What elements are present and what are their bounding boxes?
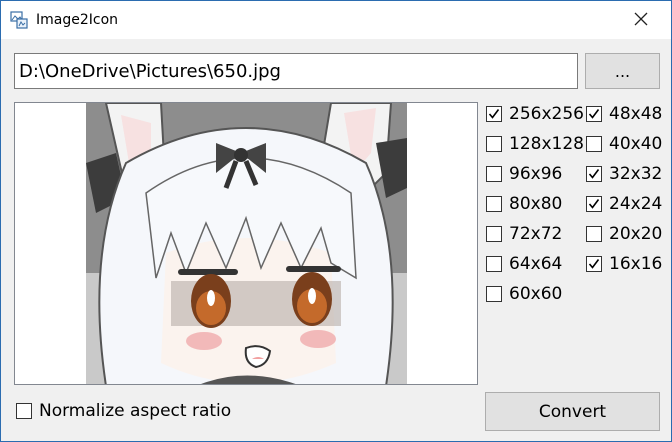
image-convert-icon [10, 11, 28, 29]
normalize-label: Normalize aspect ratio [39, 401, 232, 421]
checkbox-24[interactable] [586, 196, 602, 212]
size-option-60[interactable]: 60x60 [486, 282, 562, 306]
size-label-80: 80x80 [509, 194, 563, 214]
size-label-128: 128x128 [509, 134, 584, 154]
checkbox-60[interactable] [486, 286, 502, 302]
size-label-64: 64x64 [509, 254, 563, 274]
size-label-20: 20x20 [609, 224, 663, 244]
convert-button[interactable]: Convert [485, 392, 660, 431]
size-option-80[interactable]: 80x80 [486, 192, 562, 216]
browse-button[interactable]: ... [585, 53, 660, 89]
checkbox-128[interactable] [486, 136, 502, 152]
checkbox-40[interactable] [586, 136, 602, 152]
size-option-24[interactable]: 24x24 [586, 192, 662, 216]
checkbox-72[interactable] [486, 226, 502, 242]
size-label-72: 72x72 [509, 224, 563, 244]
size-label-40: 40x40 [609, 134, 663, 154]
size-option-128[interactable]: 128x128 [486, 132, 584, 156]
normalize-aspect-option[interactable]: Normalize aspect ratio [16, 399, 231, 423]
preview-image [86, 103, 407, 384]
close-button[interactable] [619, 1, 663, 39]
checkbox-64[interactable] [486, 256, 502, 272]
size-option-16[interactable]: 16x16 [586, 252, 662, 276]
size-option-72[interactable]: 72x72 [486, 222, 562, 246]
close-icon [634, 11, 648, 30]
size-option-20[interactable]: 20x20 [586, 222, 662, 246]
window-title: Image2Icon [36, 12, 119, 28]
size-option-40[interactable]: 40x40 [586, 132, 662, 156]
size-label-16: 16x16 [609, 254, 663, 274]
size-label-24: 24x24 [609, 194, 663, 214]
title-bar: Image2Icon [1, 1, 671, 39]
size-label-96: 96x96 [509, 164, 563, 184]
size-label-60: 60x60 [509, 284, 563, 304]
size-option-256[interactable]: 256x256 [486, 102, 584, 126]
size-option-32[interactable]: 32x32 [586, 162, 662, 186]
icon-size-list: 256x256 48x48 128x128 40x40 96x96 32x32 … [486, 102, 666, 312]
checkbox-32[interactable] [586, 166, 602, 182]
size-option-64[interactable]: 64x64 [486, 252, 562, 276]
checkbox-96[interactable] [486, 166, 502, 182]
size-label-256: 256x256 [509, 104, 584, 124]
checkbox-16[interactable] [586, 256, 602, 272]
checkbox-80[interactable] [486, 196, 502, 212]
checkbox-256[interactable] [486, 106, 502, 122]
app-window: Image2Icon ... [0, 0, 672, 442]
file-path-input[interactable] [14, 53, 578, 89]
size-option-96[interactable]: 96x96 [486, 162, 562, 186]
size-label-32: 32x32 [609, 164, 663, 184]
checkbox-20[interactable] [586, 226, 602, 242]
image-preview [14, 102, 478, 385]
checkbox-48[interactable] [586, 106, 602, 122]
size-label-48: 48x48 [609, 104, 663, 124]
normalize-checkbox[interactable] [16, 403, 32, 419]
size-option-48[interactable]: 48x48 [586, 102, 662, 126]
